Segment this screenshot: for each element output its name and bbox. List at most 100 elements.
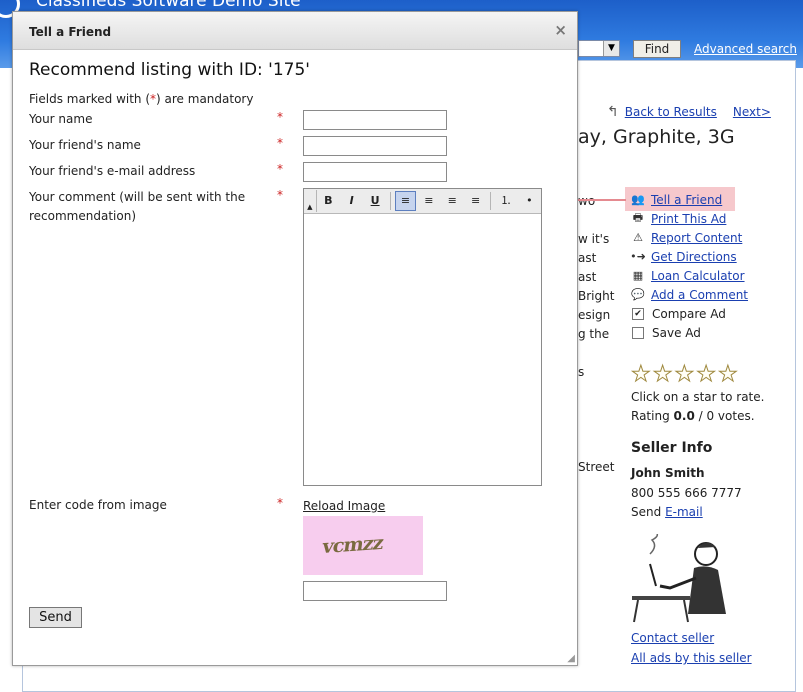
description-line: [578, 211, 614, 230]
listing-title: ay, Graphite, 3G: [578, 126, 735, 148]
seller-phone: 800 555 666 7777: [631, 486, 742, 500]
seller-send-email: Send E-mail: [631, 505, 703, 519]
action-directions[interactable]: •➜ Get Directions: [630, 247, 748, 266]
printer-icon: 🖶: [632, 211, 644, 224]
action-save[interactable]: Save Ad: [630, 323, 748, 342]
action-compare[interactable]: ✔ Compare Ad: [630, 304, 748, 323]
toolbar-separator: [490, 192, 492, 210]
comment-editor: ▲ B I U ≡ ≡ ≡ ≡ ⒈ •: [303, 188, 542, 486]
comment-textarea[interactable]: [304, 214, 541, 484]
rating-text: Click on a star to rate. Rating 0.0 / 0 …: [631, 388, 764, 426]
save-ad-label: Save Ad: [652, 325, 701, 340]
description-line: [578, 439, 614, 458]
advanced-search-link[interactable]: Advanced search: [694, 42, 797, 56]
all-ads-by-seller-link[interactable]: All ads by this seller: [631, 651, 752, 665]
seller-name: John Smith: [631, 466, 705, 480]
compare-ad-checkbox[interactable]: ✔: [632, 307, 644, 320]
rating-star-3[interactable]: ★: [674, 362, 696, 388]
rating-summary: Rating 0.0 / 0 votes.: [631, 407, 764, 426]
required-star: *: [277, 136, 283, 150]
align-left-button[interactable]: ≡: [394, 191, 417, 211]
align-right-button[interactable]: ≡: [442, 191, 463, 211]
rating-star-5[interactable]: ★: [717, 362, 740, 388]
seller-email-link[interactable]: E-mail: [665, 505, 703, 519]
back-to-results-link[interactable]: Back to Results: [625, 105, 717, 119]
loan-calculator-link[interactable]: Loan Calculator: [651, 269, 745, 283]
mandatory-note-prefix: Fields marked with (: [29, 92, 151, 106]
unordered-list-button[interactable]: •: [519, 191, 540, 211]
description-line: g the: [578, 327, 610, 341]
rating-instruction: Click on a star to rate.: [631, 390, 765, 404]
your-name-input[interactable]: [303, 110, 447, 130]
mandatory-note: Fields marked with (*) are mandatory: [29, 92, 253, 106]
save-ad-checkbox[interactable]: [632, 326, 644, 339]
resize-grip-icon[interactable]: ◢: [567, 653, 575, 664]
chevron-down-icon: ▼: [603, 41, 619, 56]
description-line: s: [578, 365, 585, 379]
next-listing-link[interactable]: Next>: [733, 105, 771, 119]
description-line: w it's: [578, 232, 610, 246]
calculator-icon: ▦: [632, 269, 644, 282]
required-star: *: [277, 110, 283, 124]
rating-value: 0.0: [673, 409, 695, 423]
contact-seller-link[interactable]: Contact seller: [631, 631, 714, 645]
search-category-select[interactable]: ▼: [578, 40, 620, 57]
toolbar-separator: [389, 192, 391, 210]
listing-description: wo w it's ast ast Bright esign g the s S…: [578, 192, 614, 477]
seller-avatar: [630, 534, 730, 624]
warning-icon: ⚠: [633, 231, 643, 244]
your-name-label: Your name: [29, 112, 93, 126]
toolbar-collapse-icon[interactable]: ▲: [304, 190, 317, 212]
align-center-button[interactable]: ≡: [418, 191, 439, 211]
back-arrow-icon: ↰: [607, 104, 619, 120]
action-report[interactable]: ⚠ Report Content: [630, 228, 748, 247]
reload-image-link[interactable]: Reload Image: [303, 499, 385, 513]
rating-star-2[interactable]: ★: [652, 362, 675, 388]
friend-name-input[interactable]: [303, 136, 447, 156]
friend-email-input[interactable]: [303, 162, 447, 182]
action-print[interactable]: 🖶 Print This Ad: [630, 209, 748, 228]
captcha-code-input[interactable]: [303, 581, 447, 601]
required-star: *: [277, 496, 283, 510]
tell-a-friend-dialog: Tell a Friend × Recommend listing with I…: [12, 11, 578, 666]
justify-button[interactable]: ≡: [465, 191, 486, 211]
required-star: *: [277, 188, 283, 202]
rating-star-4[interactable]: ★: [696, 362, 718, 388]
people-icon: 👥: [631, 193, 645, 206]
ordered-list-button[interactable]: ⒈: [495, 191, 516, 211]
dialog-titlebar[interactable]: Tell a Friend ×: [13, 12, 577, 50]
description-line: [578, 344, 614, 363]
description-line: [578, 382, 614, 401]
close-icon[interactable]: ×: [554, 21, 567, 39]
action-loan[interactable]: ▦ Loan Calculator: [630, 266, 748, 285]
action-comment[interactable]: 💬 Add a Comment: [630, 285, 748, 304]
dialog-title: Tell a Friend: [29, 25, 112, 39]
action-tell-a-friend[interactable]: 👥 Tell a Friend: [630, 190, 748, 209]
rating-star-1[interactable]: ★: [631, 362, 653, 388]
captcha-label: Enter code from image: [29, 498, 167, 512]
get-directions-link[interactable]: Get Directions: [651, 250, 737, 264]
add-a-comment-link[interactable]: Add a Comment: [651, 288, 748, 302]
report-content-link[interactable]: Report Content: [651, 231, 742, 245]
friend-name-label: Your friend's name: [29, 138, 141, 152]
listing-navigation: ↰ Back to Results Next>: [607, 104, 771, 120]
compare-ad-label: Compare Ad: [652, 306, 726, 321]
site-title: Classifieds Software Demo Site: [36, 0, 301, 11]
description-line: [578, 420, 614, 439]
italic-button[interactable]: I: [341, 191, 362, 211]
captcha-image: vcmzz: [303, 516, 423, 575]
description-line: ast: [578, 251, 597, 265]
underline-button[interactable]: U: [364, 191, 385, 211]
description-line: [578, 401, 614, 420]
rating-prefix: Rating: [631, 409, 670, 423]
tell-a-friend-link[interactable]: Tell a Friend: [651, 193, 722, 207]
print-this-ad-link[interactable]: Print This Ad: [651, 212, 726, 226]
send-button[interactable]: Send: [29, 607, 82, 628]
dialog-heading: Recommend listing with ID: '175': [29, 60, 310, 80]
comment-bubble-icon: 💬: [631, 288, 645, 301]
captcha-text: vcmzz: [321, 531, 385, 559]
find-button[interactable]: Find: [633, 40, 681, 58]
bold-button[interactable]: B: [318, 191, 339, 211]
description-line: ast: [578, 270, 597, 284]
mandatory-note-suffix: ) are mandatory: [156, 92, 254, 106]
